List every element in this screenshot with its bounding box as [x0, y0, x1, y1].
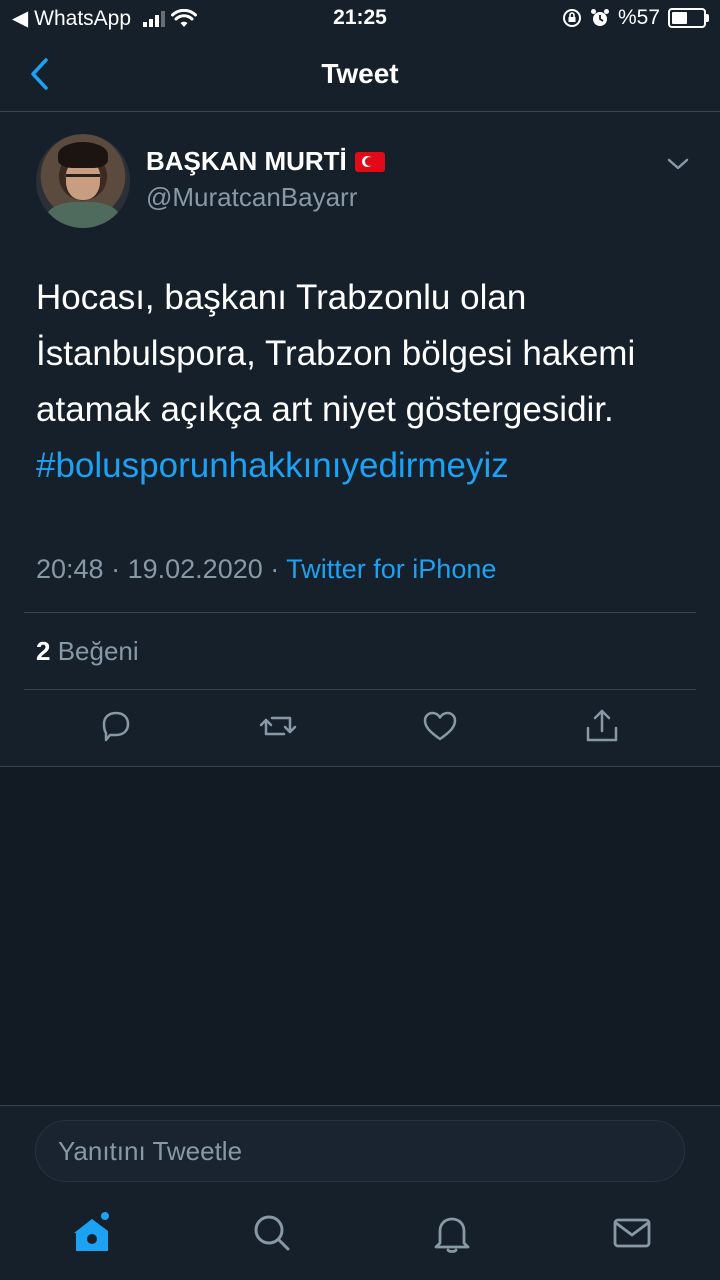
- tweet-text-line: Hocası, başkanı Trabzonlu olan: [36, 278, 527, 317]
- messages-envelope-icon[interactable]: [610, 1211, 654, 1255]
- tweet-meta: 20:48 · 19.02.2020 · Twitter for iPhone: [36, 554, 496, 585]
- tweet-text-line: İstanbulspora, Trabzon bölgesi hakemi: [36, 334, 636, 373]
- meta-separator: ·: [111, 554, 121, 584]
- tweet-date: 19.02.2020: [127, 554, 263, 584]
- like-count-label: Beğeni: [57, 636, 139, 666]
- turkey-flag-icon: [354, 151, 385, 172]
- chevron-down-icon[interactable]: [666, 156, 690, 172]
- author-handle[interactable]: @MuratcanBayarr: [146, 182, 357, 213]
- empty-replies-area: [0, 767, 720, 1105]
- tweet-text-line: atamak açıkça art niyet göstergesidir.: [36, 390, 614, 429]
- notifications-bell-icon[interactable]: [430, 1211, 474, 1255]
- battery-percentage: %57: [617, 6, 660, 29]
- share-icon[interactable]: [582, 706, 622, 746]
- home-icon[interactable]: [70, 1211, 114, 1255]
- reply-input[interactable]: Yanıtını Tweetle: [35, 1120, 685, 1182]
- meta-separator: ·: [270, 554, 280, 584]
- heart-icon[interactable]: [420, 706, 460, 746]
- divider: [24, 612, 696, 613]
- page-title: Tweet: [321, 58, 399, 89]
- tab-bar: [0, 1195, 720, 1280]
- reply-bar: Yanıtını Tweetle: [0, 1105, 720, 1196]
- author-name[interactable]: BAŞKAN MURTİ: [146, 146, 385, 177]
- tweet-detail: BAŞKAN MURTİ @MuratcanBayarr Hocası, baş…: [0, 112, 720, 767]
- retweet-icon[interactable]: [258, 706, 298, 746]
- reply-icon[interactable]: [96, 706, 136, 746]
- divider: [24, 689, 696, 690]
- avatar[interactable]: [36, 134, 130, 228]
- tweet-time: 20:48: [36, 554, 104, 584]
- search-icon[interactable]: [250, 1211, 294, 1255]
- like-count-number: 2: [36, 636, 51, 666]
- author-name-text: BAŞKAN MURTİ: [146, 146, 347, 176]
- tweet-source-link[interactable]: Twitter for iPhone: [286, 554, 496, 584]
- tweet-text: Hocası, başkanı Trabzonlu olan İstanbuls…: [36, 270, 696, 494]
- likes-count[interactable]: 2 Beğeni: [36, 636, 139, 667]
- status-bar: ◀ WhatsApp 21:25 %57: [0, 0, 720, 38]
- navigation-bar: Tweet: [0, 38, 720, 112]
- hashtag-link[interactable]: #bolusporunhakkınıyedirmeyiz: [36, 438, 696, 494]
- alarm-icon: [590, 9, 609, 26]
- rotation-lock-icon: [562, 9, 581, 27]
- battery-icon: [668, 8, 709, 28]
